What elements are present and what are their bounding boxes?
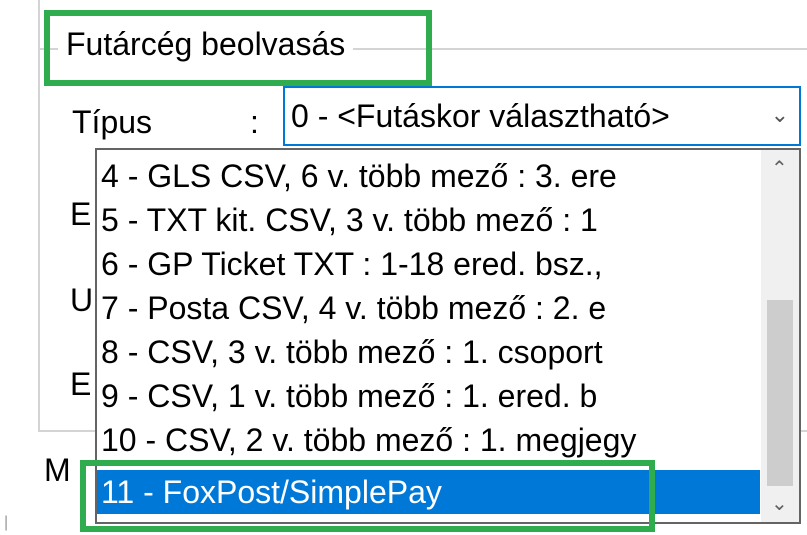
dropdown-option[interactable]: 7 - Posta CSV, 4 v. több mező : 2. e xyxy=(97,286,760,330)
chevron-down-icon[interactable]: ⌄ xyxy=(771,102,789,128)
tipus-label: Típus xyxy=(72,104,153,140)
hidden-label-3: E xyxy=(70,366,92,402)
tipus-combobox[interactable]: 0 - <Futáskor választható> ⌄ xyxy=(283,86,801,146)
tipus-colon: : xyxy=(250,104,259,140)
dropdown-option[interactable]: 9 - CSV, 1 v. több mező : 1. ered. b xyxy=(97,374,760,418)
dropdown-option[interactable]: 6 - GP Ticket TXT : 1-18 ered. bsz., xyxy=(97,242,760,286)
tipus-combobox-value: 0 - <Futáskor választható> xyxy=(291,98,670,134)
left-panel-border xyxy=(0,0,40,428)
scrollbar-thumb[interactable] xyxy=(767,300,793,486)
chevron-up-icon[interactable]: ⌃ xyxy=(771,156,788,181)
chevron-down-icon[interactable]: ⌄ xyxy=(771,491,788,516)
background-fragment: | xyxy=(4,514,9,531)
hidden-label-4: M xyxy=(44,452,71,488)
annotation-highlight-title xyxy=(44,10,432,86)
dropdown-scrollbar[interactable]: ⌃ ⌄ xyxy=(761,150,799,522)
hidden-label-2: U xyxy=(70,282,94,318)
hidden-label-1: E xyxy=(70,196,92,232)
annotation-highlight-option xyxy=(80,460,655,532)
dropdown-option[interactable]: 4 - GLS CSV, 6 v. több mező : 3. ere xyxy=(97,154,760,198)
dropdown-option[interactable]: 8 - CSV, 3 v. több mező : 1. csoport xyxy=(97,330,760,374)
dropdown-option[interactable]: 10 - CSV, 2 v. több mező : 1. megjegy xyxy=(97,418,760,462)
dropdown-option[interactable]: 5 - TXT kit. CSV, 3 v. több mező : 1 xyxy=(97,198,760,242)
